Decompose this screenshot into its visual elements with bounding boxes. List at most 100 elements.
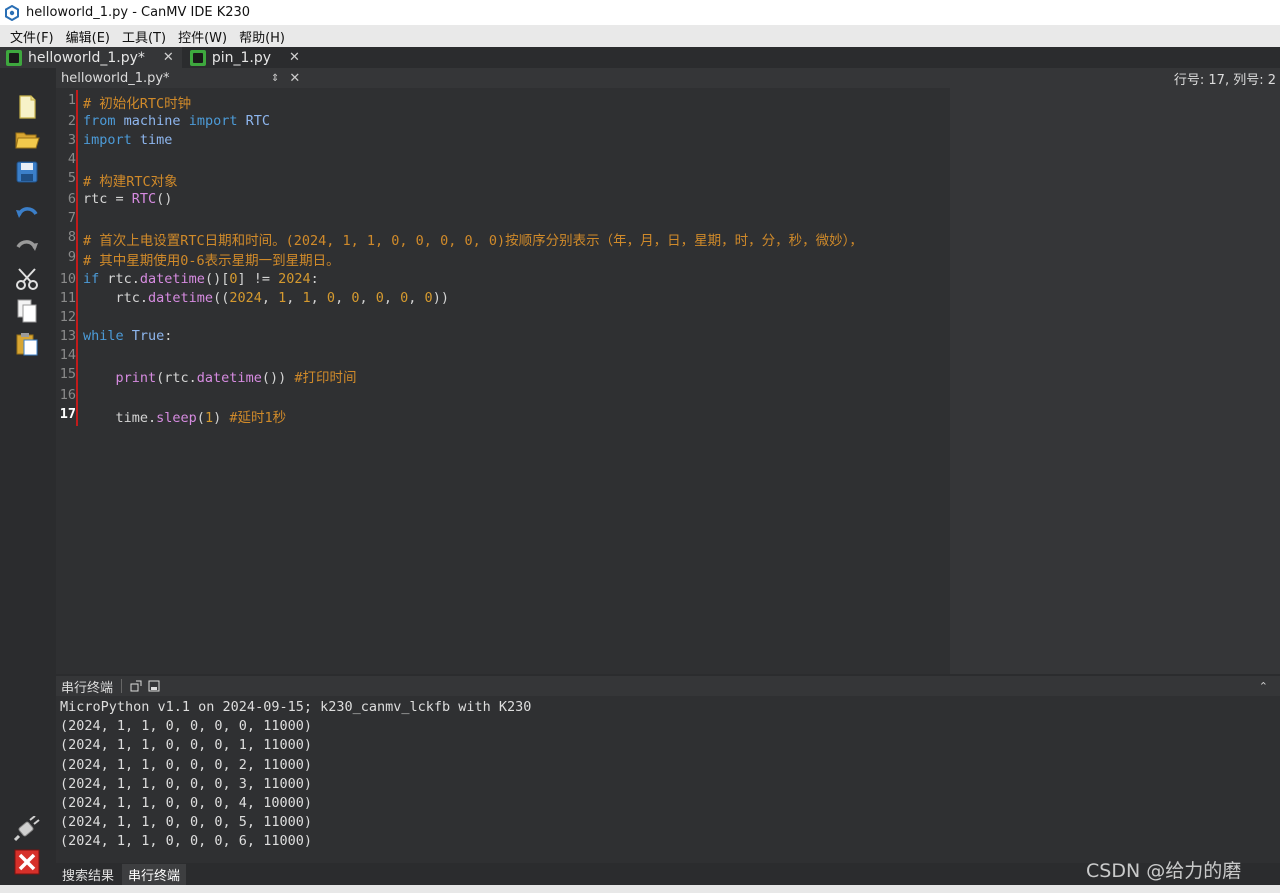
code-token: 1 bbox=[204, 410, 214, 426]
code-token: 1 bbox=[302, 290, 311, 306]
stop-icon[interactable] bbox=[14, 849, 40, 875]
line-number: 11 bbox=[59, 290, 76, 306]
code-token: (( bbox=[213, 290, 230, 306]
code-line[interactable]: # 初始化RTC时钟 bbox=[83, 92, 191, 112]
tab-pin[interactable]: pin_1.py ✕ bbox=[183, 47, 308, 68]
menu-file[interactable]: 文件(F) bbox=[10, 27, 54, 46]
terminal-line: MicroPython v1.1 on 2024-09-15; k230_can… bbox=[60, 699, 532, 715]
code-token: 0 bbox=[326, 290, 336, 306]
title-bar: helloworld_1.py - CanMV IDE K230 bbox=[0, 0, 1280, 25]
connect-icon[interactable] bbox=[14, 816, 40, 842]
modified-marker bbox=[76, 90, 78, 426]
tab-search-results[interactable]: 搜索结果 bbox=[56, 864, 120, 885]
code-token: time bbox=[139, 132, 173, 148]
code-token: datetime bbox=[196, 370, 262, 386]
code-token: RTC bbox=[131, 191, 157, 207]
clear-terminal-icon[interactable] bbox=[130, 680, 142, 692]
code-token: , bbox=[408, 290, 425, 306]
undo-icon[interactable] bbox=[14, 201, 40, 227]
line-number: 7 bbox=[67, 210, 76, 226]
menu-widgets[interactable]: 控件(W) bbox=[178, 27, 227, 46]
copy-icon[interactable] bbox=[14, 298, 40, 324]
menu-tools[interactable]: 工具(T) bbox=[122, 27, 166, 46]
redo-icon[interactable] bbox=[14, 234, 40, 260]
python-file-icon bbox=[6, 49, 22, 66]
code-token: if bbox=[83, 271, 100, 287]
close-icon[interactable]: ✕ bbox=[163, 50, 174, 65]
file-switch-icon[interactable]: ⇕ bbox=[271, 73, 279, 84]
serial-terminal[interactable]: MicroPython v1.1 on 2024-09-15; k230_can… bbox=[56, 696, 1280, 863]
code-line[interactable]: time.sleep(1) #延时1秒 bbox=[83, 406, 287, 426]
watermark: CSDN @给力的磨 bbox=[1086, 860, 1242, 882]
code-token: 0 bbox=[424, 290, 433, 306]
paste-icon[interactable] bbox=[14, 331, 40, 357]
menu-edit[interactable]: 编辑(E) bbox=[66, 27, 110, 46]
code-token: datetime bbox=[139, 271, 205, 287]
code-line[interactable]: # 首次上电设置RTC日期和时间。(2024, 1, 1, 0, 0, 0, 0… bbox=[83, 229, 863, 249]
code-token: # 其中星期使用0-6表示星期一到星期日。 bbox=[83, 253, 340, 269]
terminal-line: (2024, 1, 1, 0, 0, 0, 2, 11000) bbox=[60, 756, 312, 773]
line-number: 4 bbox=[67, 151, 76, 167]
code-editor[interactable]: 1 2 3 4 5 6 7 8 9 10 11 12 13 14 15 16 17 # 初始化RTC时钟 from… bbox=[56, 88, 950, 674]
terminal-line: (2024, 1, 1, 0, 0, 0, 6, 11000) bbox=[60, 833, 312, 850]
code-token: ()) bbox=[261, 370, 295, 386]
code-line[interactable]: rtc.datetime((2024, 1, 1, 0, 0, 0, 0, 0)… bbox=[83, 290, 449, 306]
code-token: import bbox=[188, 113, 238, 129]
tab-label: helloworld_1.py* bbox=[28, 49, 145, 66]
code-token: rtc = bbox=[83, 191, 132, 207]
terminal-line: (2024, 1, 1, 0, 0, 0, 5, 11000) bbox=[60, 814, 312, 831]
window-title: helloworld_1.py - CanMV IDE K230 bbox=[26, 5, 251, 20]
editor-header: helloworld_1.py* ⇕ ✕ 行号: 17, 列号: 2 bbox=[56, 68, 1280, 88]
terminal-line: (2024, 1, 1, 0, 0, 0, 3, 11000) bbox=[60, 775, 312, 792]
code-line[interactable]: print(rtc.datetime()) #打印时间 bbox=[83, 366, 357, 386]
code-line[interactable]: # 其中星期使用0-6表示星期一到星期日。 bbox=[83, 249, 340, 269]
terminal-line: (2024, 1, 1, 0, 0, 0, 4, 10000) bbox=[60, 795, 312, 811]
code-token: () bbox=[156, 191, 173, 207]
line-number: 8 bbox=[67, 229, 76, 245]
code-token: import bbox=[83, 132, 132, 148]
code-line[interactable]: import time bbox=[83, 132, 172, 148]
code-line[interactable]: from machine import RTC bbox=[83, 113, 270, 129]
line-number: 1 bbox=[67, 92, 76, 108]
status-strip bbox=[0, 885, 1280, 893]
menu-help[interactable]: 帮助(H) bbox=[239, 27, 285, 46]
line-number: 14 bbox=[59, 347, 76, 363]
code-token: rtc. bbox=[83, 290, 149, 306]
tab-label: pin_1.py bbox=[211, 49, 272, 66]
code-token: , bbox=[310, 290, 327, 306]
terminal-title: 串行终端 bbox=[61, 680, 114, 696]
line-number: 10 bbox=[59, 271, 76, 287]
tab-serial-terminal[interactable]: 串行终端 bbox=[122, 863, 187, 885]
code-line[interactable]: rtc = RTC() bbox=[83, 191, 172, 207]
code-token: sleep bbox=[156, 410, 197, 426]
right-panel bbox=[950, 88, 1280, 674]
line-number: 17 bbox=[59, 406, 76, 422]
code-token: # 初始化RTC时钟 bbox=[83, 96, 192, 112]
save-log-icon[interactable] bbox=[148, 680, 160, 692]
line-number: 6 bbox=[67, 191, 76, 207]
new-file-icon[interactable] bbox=[14, 94, 40, 120]
save-icon[interactable] bbox=[14, 159, 40, 185]
editor-filename[interactable]: helloworld_1.py* bbox=[61, 71, 271, 86]
cut-icon[interactable] bbox=[14, 266, 40, 292]
code-token: ] != bbox=[237, 271, 279, 287]
terminal-header: 串行终端 ⌃ bbox=[56, 676, 1280, 696]
line-number: 5 bbox=[67, 170, 76, 186]
collapse-icon[interactable]: ⌃ bbox=[1259, 680, 1268, 693]
code-token: rtc. bbox=[99, 271, 140, 287]
close-icon[interactable]: ✕ bbox=[289, 71, 300, 86]
code-line[interactable]: # 构建RTC对象 bbox=[83, 170, 178, 190]
code-line[interactable]: while True: bbox=[83, 328, 172, 344]
line-number: 12 bbox=[59, 309, 76, 325]
code-token: , bbox=[335, 290, 352, 306]
line-number: 15 bbox=[59, 366, 76, 382]
code-token: #打印时间 bbox=[294, 370, 357, 386]
line-number: 13 bbox=[59, 328, 76, 344]
open-folder-icon[interactable] bbox=[14, 126, 40, 152]
close-icon[interactable]: ✕ bbox=[289, 50, 300, 65]
tab-helloworld[interactable]: helloworld_1.py* ✕ bbox=[0, 47, 182, 68]
code-line[interactable]: if rtc.datetime()[0] != 2024: bbox=[83, 271, 319, 287]
code-token: # 构建RTC对象 bbox=[83, 174, 178, 190]
